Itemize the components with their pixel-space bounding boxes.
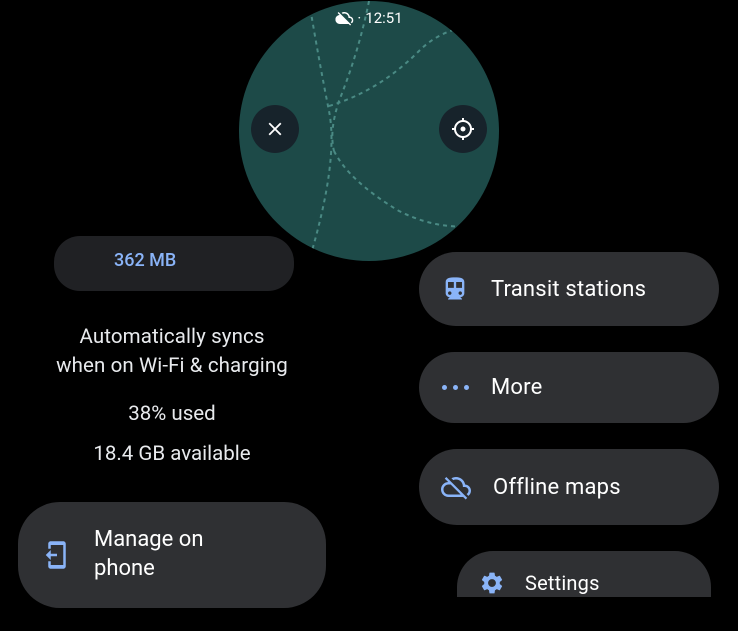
more-button[interactable]: More [419, 352, 719, 423]
close-button[interactable] [251, 105, 299, 153]
status-bar: · 12:51 [335, 9, 402, 27]
settings-label: Settings [525, 571, 600, 595]
manage-on-phone-button[interactable]: Manage on phone [18, 502, 326, 607]
more-icon [441, 385, 469, 390]
locate-button[interactable] [439, 105, 487, 153]
offline-label: Offline maps [493, 475, 621, 500]
transit-label: Transit stations [491, 277, 646, 302]
gear-icon [479, 570, 505, 596]
sync-line-2: when on Wi-Fi & charging [56, 354, 288, 378]
storage-size: 362 MB [114, 250, 176, 271]
sync-line-1: Automatically syncs [79, 325, 264, 349]
usage-available: 18.4 GB available [93, 442, 250, 466]
status-time: 12:51 [365, 9, 402, 27]
transit-stations-button[interactable]: Transit stations [419, 252, 719, 326]
sync-text: Automatically syncs when on Wi-Fi & char… [56, 323, 288, 380]
more-label: More [491, 375, 542, 400]
settings-button[interactable]: Settings [457, 551, 711, 597]
transit-icon [441, 275, 469, 303]
manage-label: Manage on phone [94, 526, 203, 583]
cloud-off-icon-2 [441, 472, 471, 502]
location-icon [451, 117, 475, 141]
cloud-off-icon [335, 9, 353, 27]
storage-chip[interactable]: 362 MB [54, 236, 294, 291]
close-icon [264, 118, 286, 140]
usage-percent: 38% used [128, 402, 215, 426]
status-separator: · [357, 9, 361, 27]
watch-face-map[interactable]: · 12:51 [239, 1, 499, 261]
offline-maps-button[interactable]: Offline maps [419, 449, 719, 525]
send-to-phone-icon [42, 540, 72, 570]
